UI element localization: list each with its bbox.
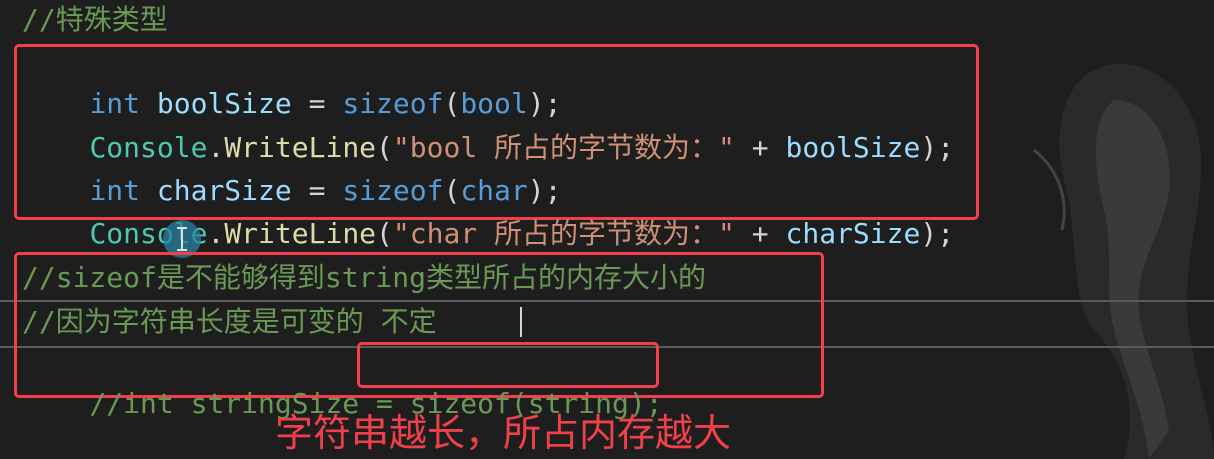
code-line-char-size[interactable]: int charSize = sizeof(char); — [22, 131, 561, 207]
comment-sizeof-string: //sizeof是不能够得到string类型所占的内存大小的 — [22, 261, 707, 294]
background-figure-decoration — [1033, 63, 1214, 459]
ibeam-cursor-icon — [177, 227, 187, 251]
operator-plus: + — [734, 217, 786, 250]
paren-open: ( — [376, 217, 393, 250]
variable-boolSize: boolSize — [785, 131, 921, 164]
comment-header: //特殊类型 — [22, 3, 168, 36]
dot: . — [207, 217, 225, 250]
comment-string-variable-length: //因为字符串长度是可变的 不定 — [22, 305, 437, 338]
paren-close: ); — [920, 217, 955, 250]
string-literal-char: "char 所占的字节数为：" — [392, 217, 735, 250]
annotation-text: 字符串越长，所占内存越大 — [275, 411, 732, 455]
code-line-print-bool[interactable]: Console.WriteLine("bool 所占的字节数为：" + bool… — [22, 88, 954, 164]
variable-charSize: charSize — [785, 217, 921, 250]
code-line-bool-size[interactable]: int boolSize = sizeof(bool); — [22, 44, 561, 120]
highlight-box-sizeof-string-call — [357, 342, 659, 388]
method-writeline: WriteLine — [224, 217, 377, 250]
code-editor[interactable]: //特殊类型 int boolSize = sizeof(bool); Cons… — [0, 0, 1214, 459]
text-cursor — [520, 307, 522, 337]
code-line-print-char[interactable]: Console.WriteLine("char 所占的字节数为：" + char… — [22, 174, 954, 250]
paren-close: ); — [920, 131, 955, 164]
operator-plus: + — [734, 131, 786, 164]
